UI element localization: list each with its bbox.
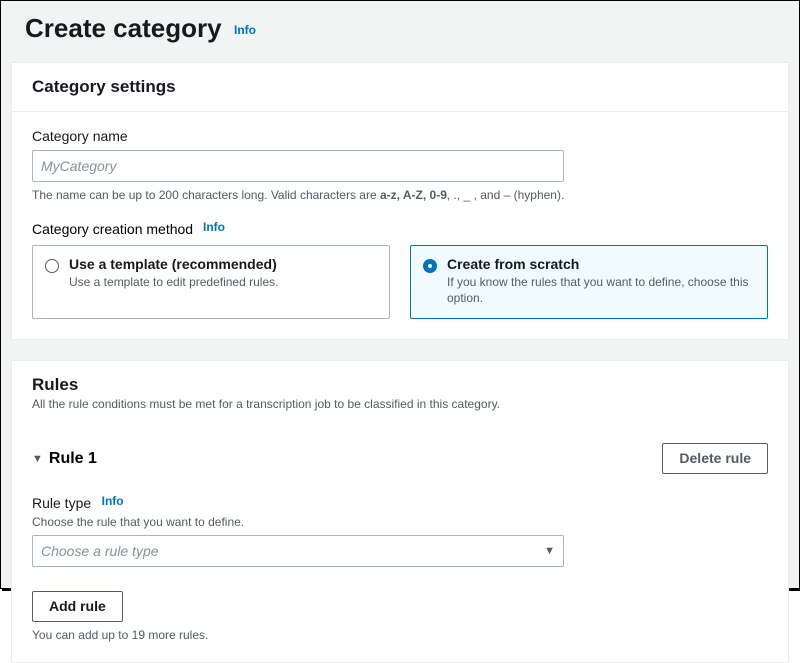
option-create-from-scratch-desc: If you know the rules that you want to d… — [447, 274, 755, 306]
category-settings-title: Category settings — [32, 77, 768, 97]
option-use-template[interactable]: Use a template (recommended) Use a templ… — [32, 245, 390, 319]
category-name-helper: The name can be up to 200 characters lon… — [32, 188, 768, 202]
creation-method-info-link[interactable]: Info — [203, 220, 225, 234]
rules-panel: Rules All the rule conditions must be me… — [11, 360, 789, 663]
add-rule-help: You can add up to 19 more rules. — [32, 628, 768, 642]
radio-icon — [45, 259, 59, 273]
category-name-input[interactable] — [32, 150, 564, 182]
rule-type-placeholder: Choose a rule type — [41, 543, 159, 559]
radio-icon — [423, 259, 437, 273]
rule-type-select[interactable]: Choose a rule type ▼ — [32, 535, 564, 567]
add-rule-button[interactable]: Add rule — [32, 591, 123, 622]
delete-rule-button[interactable]: Delete rule — [662, 443, 768, 474]
rule-1-toggle[interactable]: ▼ Rule 1 — [32, 450, 97, 468]
rule-type-help: Choose the rule that you want to define. — [32, 515, 768, 529]
rules-title: Rules — [32, 375, 768, 395]
category-name-label: Category name — [32, 128, 768, 144]
chevron-down-icon: ▼ — [32, 453, 43, 465]
option-use-template-desc: Use a template to edit predefined rules. — [69, 274, 278, 290]
chevron-down-icon: ▼ — [544, 545, 555, 557]
rule-type-label: Rule type — [32, 495, 91, 511]
rule-type-info-link[interactable]: Info — [102, 494, 124, 508]
rule-1-name: Rule 1 — [49, 450, 97, 468]
rules-subtitle: All the rule conditions must be met for … — [32, 397, 768, 411]
creation-method-label: Category creation method — [32, 221, 193, 237]
option-use-template-title: Use a template (recommended) — [69, 256, 278, 272]
page-info-link[interactable]: Info — [234, 23, 256, 37]
option-create-from-scratch-title: Create from scratch — [447, 256, 755, 272]
option-create-from-scratch[interactable]: Create from scratch If you know the rule… — [410, 245, 768, 319]
page-title: Create category — [25, 13, 222, 43]
category-settings-panel: Category settings Category name The name… — [11, 62, 789, 340]
